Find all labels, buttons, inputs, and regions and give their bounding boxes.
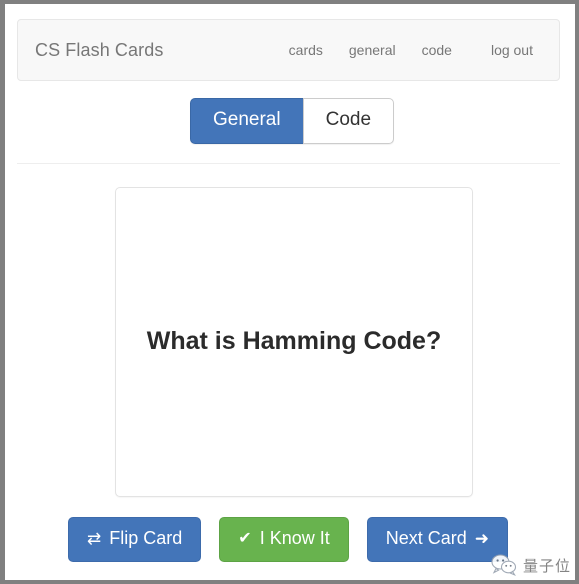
flash-card-question: What is Hamming Code? [146,327,442,356]
nav-link-cards[interactable]: cards [276,20,336,80]
nav-link-general[interactable]: general [336,20,409,80]
i-know-it-label: I Know It [259,528,330,548]
watermark-text: 量子位 [522,556,571,575]
i-know-it-button[interactable]: ✔ I Know It [219,517,349,562]
category-button-group: General Code [189,98,395,144]
arrow-right-icon: ➜ [474,529,489,549]
tab-general[interactable]: General [189,98,303,144]
navbar-links: cards general code log out [276,20,559,80]
frame-bottom-edge [5,580,579,584]
category-toggle-wrap: General Code [5,98,579,144]
check-icon: ✔ [238,529,252,547]
flip-card-button[interactable]: ⇄ Flip Card [68,517,202,562]
frame-right-edge [575,4,579,584]
app-brand-title[interactable]: CS Flash Cards [35,40,163,61]
nav-link-code[interactable]: code [409,20,465,80]
next-card-button[interactable]: Next Card ➜ [366,517,508,562]
flip-card-label: Flip Card [109,528,183,548]
wechat-icon [491,554,517,576]
flash-card[interactable]: What is Hamming Code? [115,187,473,497]
swap-horizontal-icon: ⇄ [87,529,102,549]
navbar: CS Flash Cards cards general code log ou… [17,19,560,81]
screenshot-frame: CS Flash Cards cards general code log ou… [0,0,579,584]
section-divider [17,163,560,164]
next-card-label: Next Card [385,528,467,548]
watermark: 量子位 [491,554,571,576]
app-page: CS Flash Cards cards general code log ou… [5,4,579,584]
nav-link-log-out[interactable]: log out [465,20,559,80]
tab-code[interactable]: Code [302,98,395,144]
